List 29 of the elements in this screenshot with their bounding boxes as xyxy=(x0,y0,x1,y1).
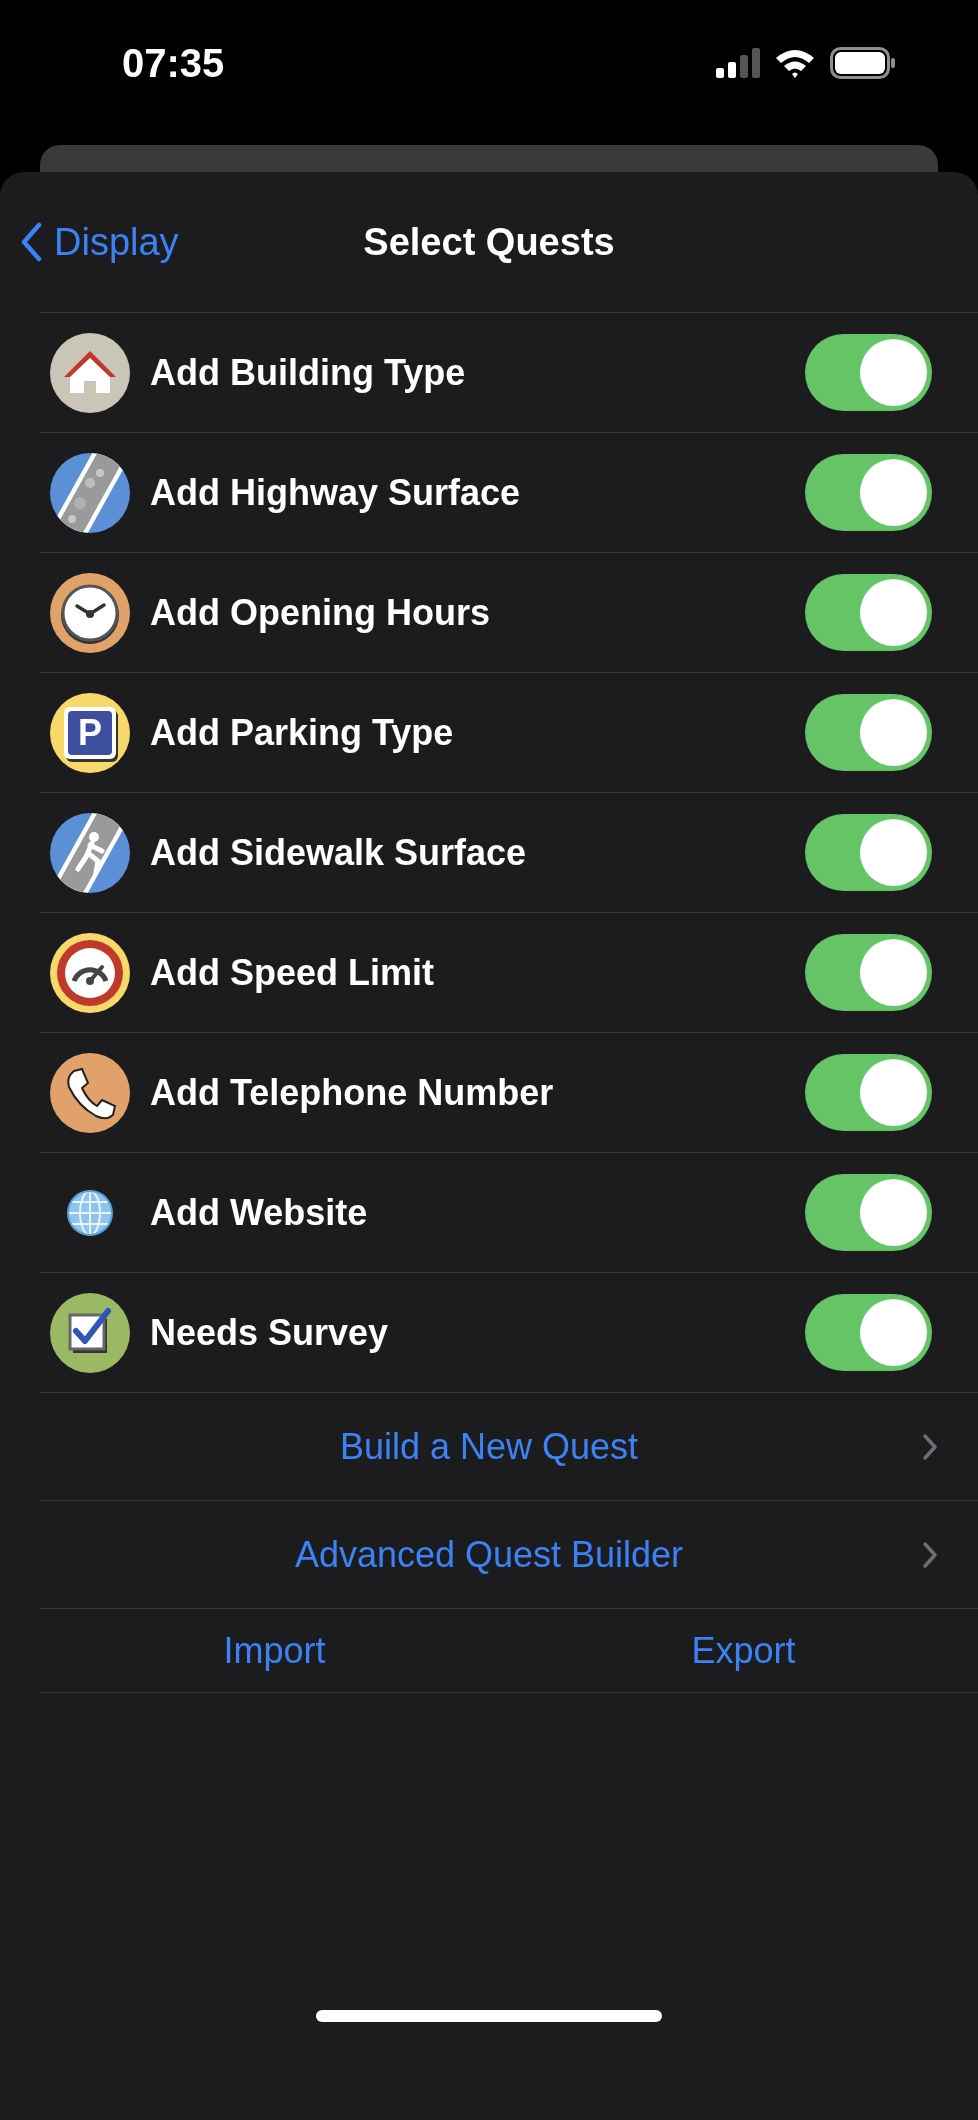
checkbox-icon xyxy=(50,1292,130,1373)
quest-label: Add Building Type xyxy=(150,350,467,395)
quest-label: Add Parking Type xyxy=(150,710,455,755)
quest-label: Add Website xyxy=(150,1190,369,1235)
house-icon xyxy=(50,332,130,413)
quest-label: Add Telephone Number xyxy=(150,1070,555,1115)
chevron-icon xyxy=(922,1540,938,1569)
speedometer-icon xyxy=(50,932,130,1013)
battery-icon xyxy=(830,46,896,79)
link-row[interactable]: Build a New Quest xyxy=(40,1393,978,1501)
link-label: Build a New Quest xyxy=(338,1424,640,1469)
status-time: 07:35 xyxy=(122,39,225,87)
phone-icon xyxy=(50,1052,130,1133)
clock-icon xyxy=(50,572,130,653)
chevron-icon xyxy=(922,1432,938,1461)
parking-sign-icon: P xyxy=(50,692,130,773)
back-button[interactable]: Display xyxy=(20,213,179,271)
quest-label: Add Highway Surface xyxy=(150,470,522,515)
link-label: Advanced Quest Builder xyxy=(293,1532,685,1577)
quest-label: Add Opening Hours xyxy=(150,590,491,635)
quest-label: Needs Survey xyxy=(150,1310,390,1355)
signal-icon xyxy=(716,47,760,78)
link-row[interactable]: Advanced Quest Builder xyxy=(40,1501,978,1609)
screen-title: Select Quests xyxy=(363,219,615,265)
action-button[interactable]: Import xyxy=(40,1623,509,1678)
action-button[interactable]: Export xyxy=(509,1623,978,1678)
quest-label: Add Speed Limit xyxy=(150,950,435,995)
quest-label: Add Sidewalk Surface xyxy=(150,830,528,875)
back-chevron-icon xyxy=(20,222,42,262)
